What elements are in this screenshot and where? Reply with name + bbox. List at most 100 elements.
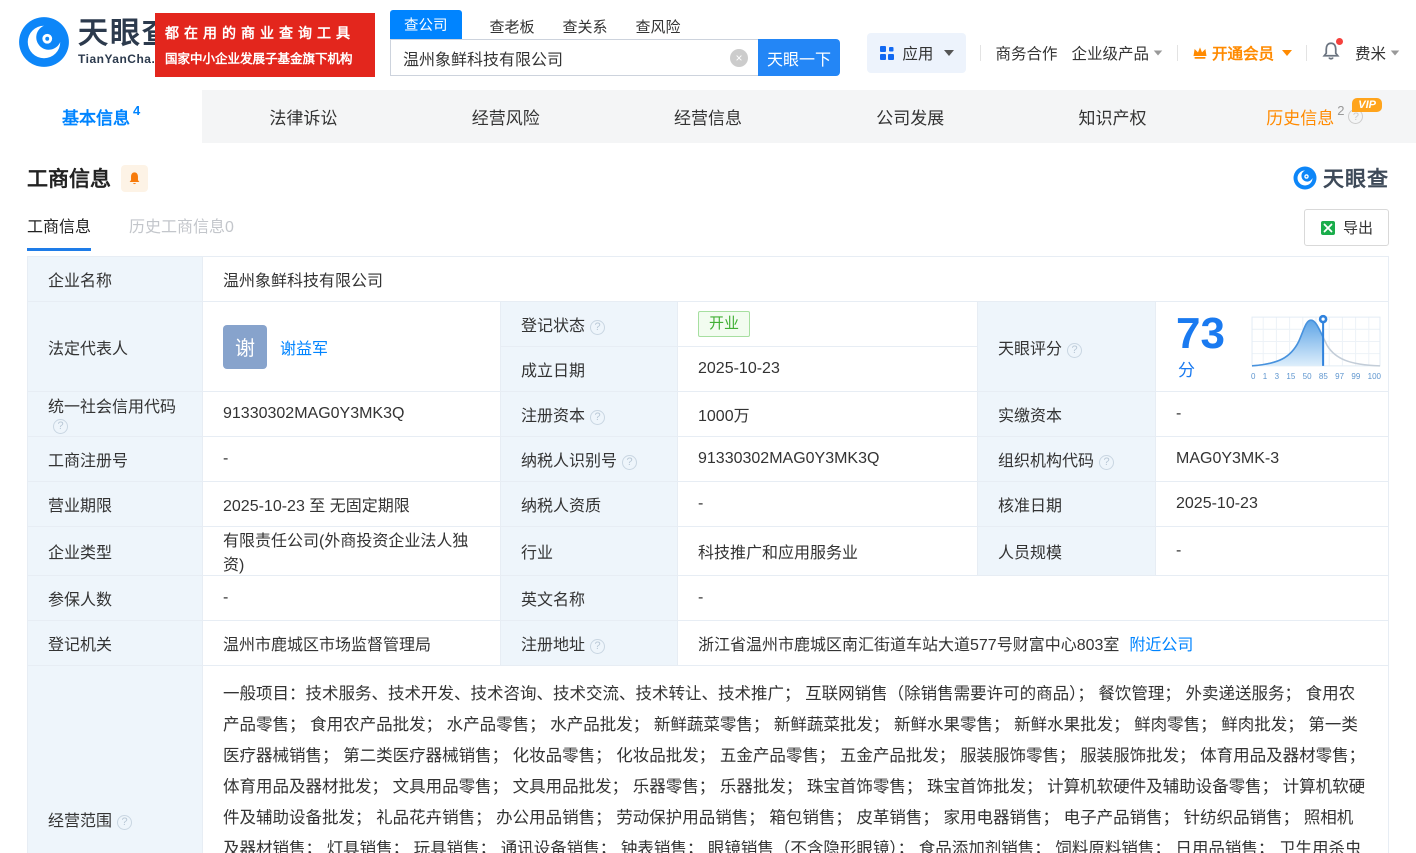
insured-count-label: 参保人数 [28,576,203,621]
label-text: 登记状态 [521,318,585,335]
reg-status-label: 登记状态 [501,302,678,347]
tab-operating-info[interactable]: 经营信息 [607,90,809,143]
chevron-down-icon [944,50,954,56]
tab-operating-risk[interactable]: 经营风险 [405,90,607,143]
subtab-label: 历史工商信息 [129,219,225,236]
search-tab-risk[interactable]: 查风险 [636,16,681,39]
help-icon[interactable] [622,455,637,470]
taxpayer-id-value: 91330302MAG0Y3MK3Q [678,437,978,482]
credit-code-label: 统一社会信用代码 [28,392,203,437]
company-name-value: 温州象鲜科技有限公司 [203,257,1389,302]
tick: 85 [1319,372,1328,381]
label-text: 组织机构代码 [998,453,1094,470]
export-label: 导出 [1343,217,1373,238]
table-row: 登记机关 温州市鹿城区市场监督管理局 注册地址 浙江省温州市鹿城区南汇街道车站大… [28,621,1389,666]
search-tabs: 查公司 查老板 查关系 查风险 [390,13,840,39]
score-axis-ticks: 0 1 3 15 50 85 97 99 100 [1250,372,1382,381]
taxpayer-quality-value: - [678,482,978,527]
business-term-value: 2025-10-23 至 无固定期限 [203,482,501,527]
export-button[interactable]: 导出 [1304,209,1389,246]
establish-date-label: 成立日期 [501,347,678,392]
clear-input-icon[interactable] [730,49,748,67]
tick: 100 [1368,372,1381,381]
insured-count-value: - [203,576,501,621]
search-tab-boss[interactable]: 查老板 [490,16,535,39]
divider [1177,45,1178,61]
help-icon[interactable] [1099,455,1114,470]
help-icon[interactable] [117,815,132,830]
section-header: 工商信息 天眼查 [0,143,1416,199]
staff-size-label: 人员规模 [978,527,1156,576]
english-name-value: - [678,576,1389,621]
nav-cooperation[interactable]: 商务合作 [995,42,1057,64]
label-text: 统一社会信用代码 [48,399,176,416]
slogan-line2: 国家中小企业发展子基金旗下机构 [165,48,365,67]
help-icon[interactable] [590,410,605,425]
tab-label: 基本信息 [62,104,130,129]
reg-number-label: 工商注册号 [28,437,203,482]
subtab-business-info[interactable]: 工商信息 [27,213,91,251]
tab-count: 4 [133,103,140,118]
slogan-banner: 都在用的商业查询工具 国家中小企业发展子基金旗下机构 [155,13,375,77]
help-icon[interactable] [590,320,605,335]
vip-badge: VIP [1352,98,1382,112]
tab-intellectual-property[interactable]: 知识产权 [1011,90,1213,143]
apps-label: 应用 [902,42,933,64]
tick: 0 [1251,372,1255,381]
tab-history-info[interactable]: VIP 历史信息 2 [1214,90,1416,143]
company-nav-tabs: 基本信息 4 法律诉讼 经营风险 经营信息 公司发展 知识产权 VIP 历史信息… [0,90,1416,143]
slogan-line1: 都在用的商业查询工具 [165,23,365,43]
establish-date-value: 2025-10-23 [678,347,978,392]
tab-legal-proceedings[interactable]: 法律诉讼 [202,90,404,143]
tab-basic-info[interactable]: 基本信息 4 [0,90,202,143]
table-row: 经营范围 一般项目：技术服务、技术开发、技术咨询、技术交流、技术转让、技术推广；… [28,666,1389,853]
monitor-bell-icon[interactable] [121,165,148,192]
reg-capital-value: 1000万 [678,392,978,437]
table-row: 营业期限 2025-10-23 至 无固定期限 纳税人资质 - 核准日期 202… [28,482,1389,527]
search-submit-button[interactable]: 天眼一下 [758,39,840,76]
label-text: 天眼评分 [998,341,1062,358]
tab-label: 经营信息 [674,104,742,129]
industry-label: 行业 [501,527,678,576]
score-distribution-chart[interactable]: 0 1 3 15 50 85 97 99 100 [1250,313,1382,381]
nearby-companies-link[interactable]: 附近公司 [1129,637,1193,654]
search-box [390,39,758,76]
reg-address-label: 注册地址 [501,621,678,666]
apps-menu-button[interactable]: 应用 [867,33,966,73]
legal-rep-link[interactable]: 谢益军 [280,335,328,359]
subtab-history-business-info[interactable]: 历史工商信息0 [129,213,234,251]
nav-enterprise-products[interactable]: 企业级产品 [1071,42,1163,64]
help-icon[interactable] [590,639,605,654]
avatar[interactable]: 谢 [223,325,267,369]
tab-label: 法律诉讼 [269,104,337,129]
chevron-down-icon [1282,50,1292,56]
tab-label: 知识产权 [1079,104,1147,129]
table-row: 参保人数 - 英文名称 - [28,576,1389,621]
search-tab-relation[interactable]: 查关系 [563,16,608,39]
nav-open-vip[interactable]: 开通会员 [1192,42,1292,64]
address-text: 浙江省温州市鹿城区南汇街道车站大道577号财富中心803室 [698,637,1119,654]
table-row: 统一社会信用代码 91330302MAG0Y3MK3Q 注册资本 1000万 实… [28,392,1389,437]
table-row: 企业名称 温州象鲜科技有限公司 [28,257,1389,302]
english-name-label: 英文名称 [501,576,678,621]
tab-label: 经营风险 [472,104,540,129]
company-name-label: 企业名称 [28,257,203,302]
help-icon[interactable] [53,419,68,434]
tab-company-development[interactable]: 公司发展 [809,90,1011,143]
search-tab-company[interactable]: 查公司 [390,10,462,39]
reg-address-value: 浙江省温州市鹿城区南汇街道车站大道577号财富中心803室附近公司 [678,621,1389,666]
table-row: 工商注册号 - 纳税人识别号 91330302MAG0Y3MK3Q 组织机构代码… [28,437,1389,482]
help-icon[interactable] [1067,343,1082,358]
search-input[interactable] [390,39,758,76]
notifications-bell-icon[interactable] [1321,41,1341,66]
table-row: 法定代表人 谢 谢益军 登记状态 开业 天眼评分 73分 [28,302,1389,347]
approval-date-value: 2025-10-23 [1156,482,1389,527]
legal-rep-cell: 谢 谢益军 [203,302,501,392]
top-nav: 应用 商务合作 企业级产品 开通会员 费米 [867,33,1400,73]
business-scope-text: 一般项目：技术服务、技术开发、技术咨询、技术交流、技术转让、技术推广； 互联网销… [223,666,1374,853]
tick: 15 [1286,372,1295,381]
nav-user-menu[interactable]: 费米 [1355,42,1400,64]
reg-status-value: 开业 [678,302,978,347]
divider [980,45,981,61]
search-area: 查公司 查老板 查关系 查风险 天眼一下 [390,13,840,76]
